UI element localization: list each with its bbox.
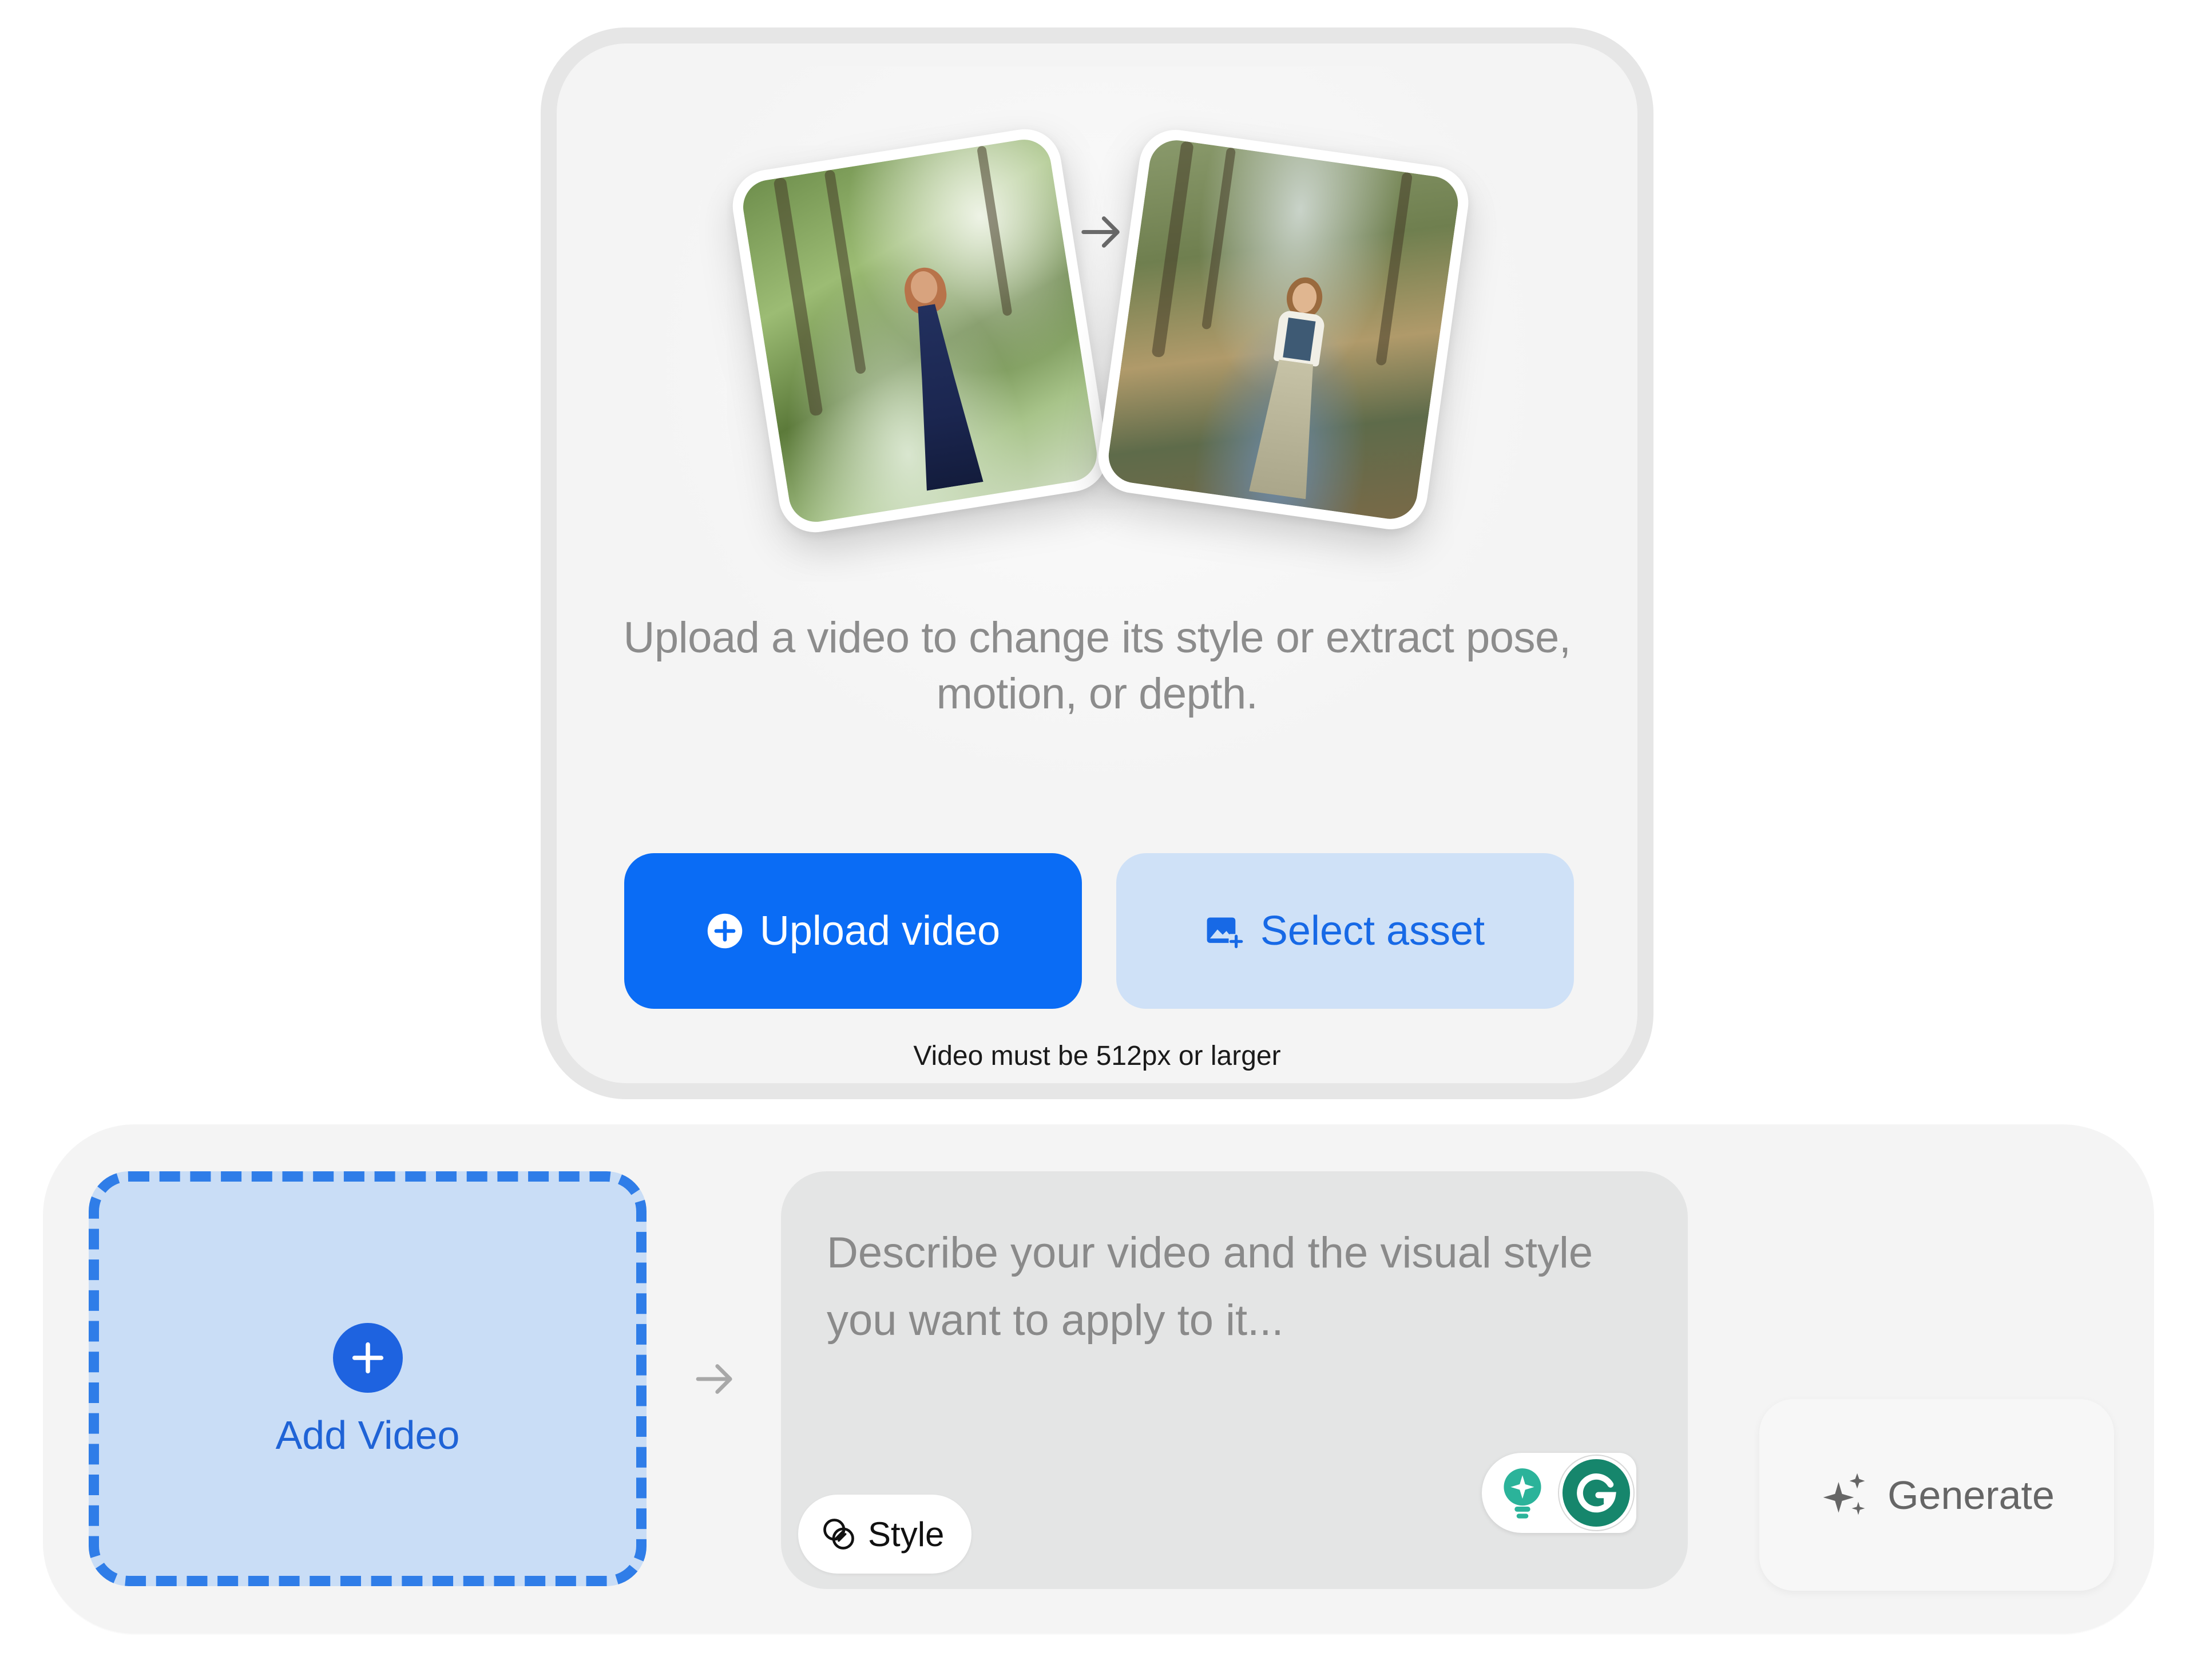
example-before-thumbnail [727,124,1113,538]
tree-trunk [824,169,867,375]
style-button[interactable]: Style [798,1495,972,1574]
plus-circle-icon [707,913,743,949]
tree-trunk [1201,147,1236,330]
figure-vest [1283,318,1316,362]
upload-video-button[interactable]: Upload video [624,853,1082,1009]
woman-figure [1242,275,1341,500]
style-label: Style [868,1515,945,1554]
plus-circle-icon [332,1322,403,1393]
sparkles-icon [1823,1473,1865,1515]
upload-video-label: Upload video [759,908,1001,954]
figure-dress [898,301,984,491]
grammarly-g-icon[interactable] [1559,1456,1633,1530]
tree-trunk [1151,141,1194,358]
video-composer-bar: Add Video Style [43,1124,2154,1634]
generate-label: Generate [1887,1472,2055,1517]
prompt-box: Style [781,1171,1688,1589]
upload-video-panel: Upload a video to change its style or ex… [541,27,1653,1099]
prompt-input[interactable] [826,1218,1615,1390]
select-asset-button[interactable]: Select asset [1116,853,1574,1009]
forest-woman-photo [739,136,1101,526]
upload-description: Upload a video to change its style or ex… [623,613,1571,718]
forest-woman-painting [1105,137,1462,522]
image-add-icon [1207,917,1244,949]
lightbulb-icon[interactable] [1498,1465,1547,1520]
size-requirement-note: Video must be 512px or larger [913,1041,1281,1071]
select-asset-label: Select asset [1260,908,1485,954]
example-after-thumbnail [1093,125,1473,534]
overlapping-circles-icon [823,1519,854,1550]
arrow-right-icon [1081,216,1120,248]
add-video-label: Add Video [275,1412,460,1457]
tree-trunk [773,177,823,417]
woman-figure [887,264,989,492]
add-video-dropzone[interactable]: Add Video [89,1171,647,1586]
tree-trunk [976,145,1013,316]
extension-badges [1482,1453,1636,1533]
figure-skirt [1249,358,1324,500]
tree-trunk [1375,172,1413,366]
arrow-right-icon [696,1364,732,1394]
generate-button[interactable]: Generate [1759,1399,2114,1591]
